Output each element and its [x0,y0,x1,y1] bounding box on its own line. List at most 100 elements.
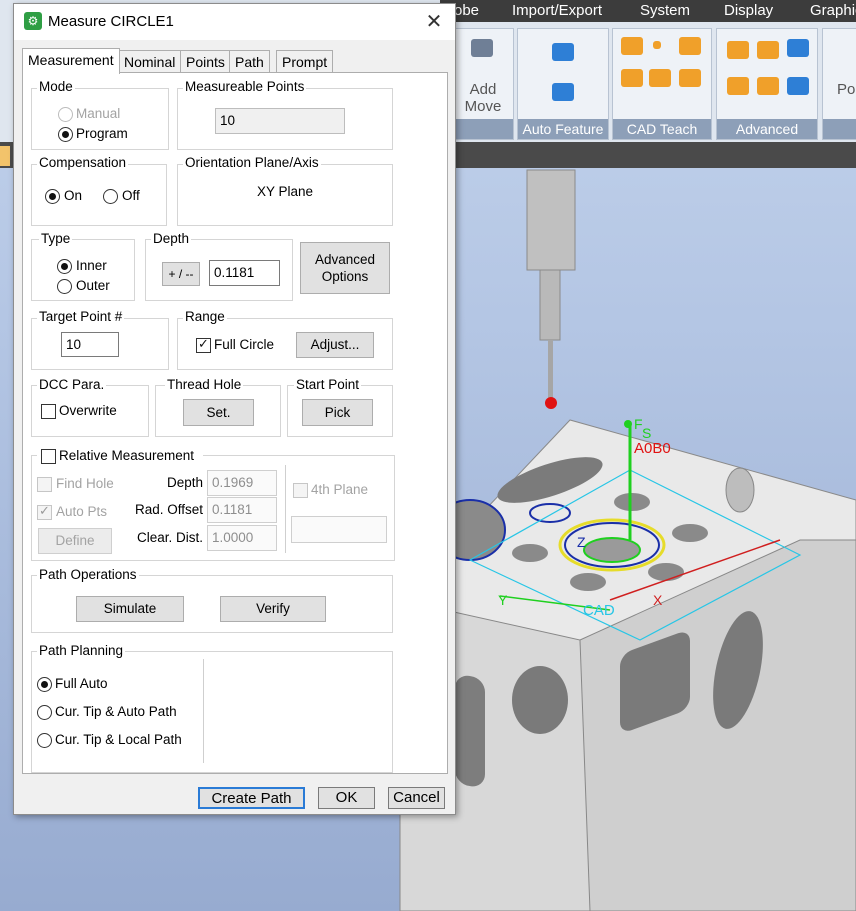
depth-label: Depth [151,231,192,246]
mode-manual-label: Manual [76,106,121,121]
auto-feature-label: Auto Feature [518,119,608,139]
cad-teach-line-icon [649,69,671,87]
auto-feature-2d-icon [552,43,574,61]
start-point-pick-button[interactable]: Pick [302,399,373,426]
measurement-tab-panel: Mode Manual Program Measureable Points 1… [22,72,448,774]
tab-prompt[interactable]: Prompt [276,50,334,73]
overwrite-checkbox[interactable] [41,404,56,419]
type-label: Type [39,231,73,246]
add-move-group-label [453,119,513,139]
axis-z-label: Z [577,534,586,550]
advanced-surface-icon [727,77,749,95]
menu-graphic[interactable]: Graphic [810,0,856,22]
advanced-stack-icon [727,41,749,59]
relative-depth-field[interactable]: 0.1969 [207,470,277,496]
tab-path[interactable]: Path [229,50,270,73]
relative-depth-label: Depth [166,475,203,490]
relative-measurement-label: Relative Measurement [59,448,195,463]
clear-dist-field[interactable]: 1.0000 [207,525,277,551]
target-point-field[interactable]: 10 [61,332,119,357]
mode-manual-radio[interactable] [58,107,73,122]
dialog-titlebar[interactable]: ⚙ Measure CIRCLE1 ✕ [14,4,455,40]
compensation-off-label: Off [122,188,140,203]
tab-points[interactable]: Points [180,50,231,73]
path-planning-divider [203,659,204,763]
advanced-label: Advanced [717,119,817,139]
relative-measurement-checkbox[interactable] [41,449,56,464]
ribbon-group-point[interactable]: Poi [822,28,856,140]
rad-offset-field[interactable]: 0.1181 [207,497,277,523]
add-move-icon [471,39,493,57]
cur-tip-auto-path-label: Cur. Tip & Auto Path [55,704,177,719]
simulate-button[interactable]: Simulate [76,596,184,622]
define-button[interactable]: Define [38,528,112,554]
thread-hole-set-button[interactable]: Set. [183,399,254,426]
dialog-title: Measure CIRCLE1 [48,13,174,30]
cur-tip-local-path-label: Cur. Tip & Local Path [55,732,182,747]
point-group-label [823,119,856,139]
fourth-plane-checkbox[interactable] [293,483,308,498]
full-circle-label: Full Circle [214,337,275,352]
find-hole-label: Find Hole [56,476,114,491]
clear-dist-label: Clear. Dist. [136,530,203,545]
orientation-value: XY Plane [256,184,314,199]
create-path-button[interactable]: Create Path [198,787,305,809]
menu-system[interactable]: System [640,0,690,22]
cad-teach-grid-icon [679,69,701,87]
menu-display[interactable]: Display [724,0,773,22]
ribbon-group-auto-feature[interactable]: Auto Feature [517,28,609,140]
close-icon[interactable]: ✕ [422,10,446,34]
advanced-tool-icon [787,77,809,95]
menu-import-export[interactable]: Import/Export [512,0,602,22]
auto-pts-checkbox[interactable] [37,503,52,520]
compensation-label: Compensation [37,155,129,170]
path-planning-label: Path Planning [37,643,126,658]
advanced-plane-icon [757,41,779,59]
cur-tip-auto-path-radio[interactable] [37,705,52,720]
cad-teach-3d-icon [621,69,643,87]
point-label: Poi [837,81,856,98]
thread-hole-label: Thread Hole [165,377,244,392]
start-point-label: Start Point [294,377,362,392]
cad-teach-label: CAD Teach [613,119,711,139]
compensation-off-radio[interactable] [103,189,118,204]
feature-id-label: A0B0 [634,440,671,457]
compensation-on-radio[interactable] [45,189,60,204]
full-circle-checkbox[interactable] [196,336,211,353]
measure-circle-dialog: ⚙ Measure CIRCLE1 ✕ Measurement Nominal … [13,3,456,815]
ok-button[interactable]: OK [318,787,375,809]
add-move-label: Add Move [464,81,502,115]
ribbon-group-add-move[interactable]: Add Move [452,28,514,140]
target-point-label: Target Point # [37,309,125,324]
mode-label: Mode [37,79,75,94]
menu-probe[interactable]: obe [454,0,479,22]
depth-sign-button[interactable]: + / -- [162,262,200,286]
path-operations-label: Path Operations [37,567,139,582]
compensation-on-label: On [64,188,83,203]
orientation-label: Orientation Plane/Axis [183,155,321,170]
mode-program-radio[interactable] [58,127,73,142]
cad-teach-2d-icon [621,37,643,55]
mode-program-label: Program [76,126,128,141]
ribbon-group-advanced[interactable]: Advanced [716,28,818,140]
type-outer-radio[interactable] [57,279,72,294]
verify-button[interactable]: Verify [220,596,326,622]
tab-measurement[interactable]: Measurement [22,48,120,74]
find-hole-checkbox[interactable] [37,477,52,492]
menu-bar: obe Import/Export System Display Graphic [440,0,856,22]
type-outer-label: Outer [76,278,110,293]
ribbon-group-cad-teach[interactable]: CAD Teach [612,28,712,140]
advanced-options-button[interactable]: Advanced Options [300,242,390,294]
depth-field[interactable]: 0.1181 [209,260,280,286]
type-inner-radio[interactable] [57,259,72,274]
document-tab-stub[interactable] [0,146,10,166]
cur-tip-local-path-radio[interactable] [37,733,52,748]
adjust-button[interactable]: Adjust... [296,332,374,358]
tab-nominal[interactable]: Nominal [118,50,182,73]
full-auto-radio[interactable] [37,677,52,692]
dcc-label: DCC Para. [37,377,107,392]
axis-s-label: S [642,425,652,441]
cancel-button[interactable]: Cancel [388,787,445,809]
measureable-points-label: Measureable Points [183,79,307,94]
axis-y-label: Y [498,592,508,608]
